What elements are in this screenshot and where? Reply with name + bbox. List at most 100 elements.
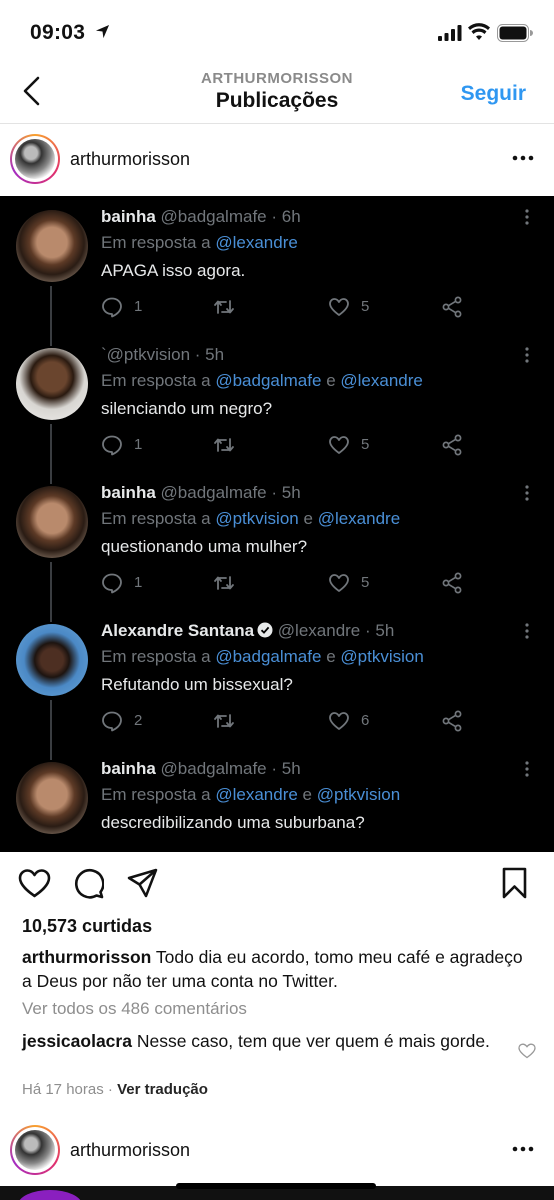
tweet-row: bainha @badgalmafe · 6h Em resposta a @le… bbox=[0, 196, 554, 334]
comment-text: Nesse caso, tem que ver quem é mais gord… bbox=[136, 1031, 490, 1051]
reply-prefix: Em resposta a bbox=[101, 509, 211, 528]
heart-icon[interactable] bbox=[18, 868, 51, 899]
caption-username[interactable]: arthurmorisson bbox=[22, 947, 151, 967]
retweet-icon bbox=[213, 572, 235, 594]
see-translation-link[interactable]: Ver tradução bbox=[117, 1081, 208, 1098]
tweet-actions: 26 bbox=[101, 710, 481, 732]
like-count: 6 bbox=[361, 712, 370, 729]
post-username[interactable]: arthurmorisson bbox=[70, 149, 190, 170]
reply-mention: @lexandre bbox=[215, 233, 298, 252]
tweet-header: Alexandre Santana @lexandre · 5h bbox=[101, 621, 394, 641]
retweet-icon bbox=[213, 710, 235, 732]
view-all-comments-link[interactable]: Ver todos os 486 comentários bbox=[22, 999, 247, 1019]
share-icon bbox=[441, 572, 463, 594]
verified-badge-icon bbox=[257, 622, 273, 638]
tweet-text: descredibilizando uma suburbana? bbox=[101, 813, 365, 832]
reply-mention: @ptkvision bbox=[340, 647, 424, 666]
like-icon bbox=[328, 296, 350, 318]
tweet-actions: 15 bbox=[101, 296, 481, 318]
like-count[interactable]: 10,573 curtidas bbox=[22, 916, 152, 937]
like-count: 5 bbox=[361, 298, 370, 315]
reply-icon bbox=[101, 296, 123, 318]
tweet-avatar bbox=[16, 624, 88, 696]
tweet-text: silenciando um negro? bbox=[101, 399, 273, 418]
tweet-handle: @badgalmafe · 5h bbox=[160, 759, 301, 778]
battery-icon bbox=[497, 24, 533, 42]
reply-mention: @lexandre bbox=[340, 371, 423, 390]
post-username[interactable]: arthurmorisson bbox=[70, 1140, 190, 1161]
wifi-icon bbox=[468, 23, 490, 40]
comment-icon[interactable] bbox=[73, 868, 104, 899]
reply-mention: @lexandre bbox=[215, 785, 298, 804]
tweet-header: bainha @badgalmafe · 6h bbox=[101, 207, 301, 227]
more-options-icon[interactable] bbox=[512, 1145, 534, 1153]
avatar[interactable] bbox=[10, 134, 60, 184]
retweet-icon bbox=[213, 296, 235, 318]
tweet-handle: @lexandre · 5h bbox=[277, 621, 395, 640]
cellular-signal-icon bbox=[438, 25, 462, 41]
location-arrow-icon bbox=[95, 24, 110, 39]
reply-count: 1 bbox=[134, 436, 143, 453]
reply-mention: @ptkvision bbox=[215, 509, 299, 528]
follow-button[interactable]: Seguir bbox=[461, 82, 526, 106]
tweet-row: bainha @badgalmafe · 5h Em resposta a @le… bbox=[0, 748, 554, 852]
like-count: 5 bbox=[361, 574, 370, 591]
status-bar: 09:03 bbox=[0, 0, 554, 62]
reply-icon bbox=[101, 434, 123, 456]
tweet-author-name: bainha bbox=[101, 483, 156, 502]
tweet-header: bainha @badgalmafe · 5h bbox=[101, 759, 301, 779]
meta-separator: · bbox=[107, 1081, 113, 1098]
tweet-header: `@ptkvision · 5h bbox=[101, 345, 224, 365]
status-time: 09:03 bbox=[30, 21, 86, 44]
tweet-more-icon bbox=[524, 760, 530, 778]
tweet-reply-context: Em resposta a @lexandre bbox=[101, 233, 298, 253]
next-post-header: arthurmorisson bbox=[0, 1115, 554, 1187]
reply-prefix: Em resposta a bbox=[101, 785, 211, 804]
reply-mention: @ptkvision bbox=[316, 785, 401, 804]
post-meta: Há 17 horas · Ver tradução bbox=[22, 1081, 208, 1098]
retweet-icon bbox=[213, 434, 235, 456]
tweet-avatar bbox=[16, 762, 88, 834]
tweet-avatar bbox=[16, 348, 88, 420]
post-image[interactable]: bainha @badgalmafe · 6h Em resposta a @le… bbox=[0, 196, 554, 852]
more-options-icon[interactable] bbox=[512, 154, 534, 162]
tweet-reply-context: Em resposta a @lexandre e @ptkvision bbox=[101, 785, 400, 805]
tweet-more-icon bbox=[524, 484, 530, 502]
tweet-handle: `@ptkvision · 5h bbox=[101, 345, 225, 364]
reply-mention: @lexandre bbox=[317, 509, 401, 528]
reply-prefix: Em resposta a bbox=[101, 371, 211, 390]
reply-mention: @badgalmafe bbox=[215, 371, 322, 390]
post-caption: arthurmorisson Todo dia eu acordo, tomo … bbox=[22, 945, 532, 993]
reply-join: e bbox=[326, 371, 336, 390]
reply-count: 1 bbox=[134, 574, 143, 591]
reply-join: e bbox=[326, 647, 336, 666]
avatar[interactable] bbox=[10, 1125, 60, 1175]
reply-prefix: Em resposta a bbox=[101, 233, 211, 252]
post-timestamp: Há 17 horas bbox=[22, 1081, 104, 1098]
share-icon bbox=[441, 710, 463, 732]
reply-prefix: Em resposta a bbox=[101, 647, 211, 666]
like-icon bbox=[328, 434, 350, 456]
tweet-header: bainha @badgalmafe · 5h bbox=[101, 483, 301, 503]
tweet-handle: @badgalmafe · 6h bbox=[160, 207, 301, 226]
tweet-author-name: bainha bbox=[101, 207, 156, 226]
tweet-row: `@ptkvision · 5h Em resposta a @badgalmaf… bbox=[0, 334, 554, 472]
like-icon bbox=[328, 710, 350, 732]
tweet-text: questionando uma mulher? bbox=[101, 537, 308, 556]
tweet-reply-context: Em resposta a @badgalmafe e @ptkvision bbox=[101, 647, 424, 667]
bookmark-icon[interactable] bbox=[501, 867, 528, 899]
reply-mention: @badgalmafe bbox=[215, 647, 322, 666]
tweet-handle: @badgalmafe · 5h bbox=[160, 483, 301, 502]
like-count: 5 bbox=[361, 436, 370, 453]
tweet-actions: 15 bbox=[101, 434, 481, 456]
post-actions bbox=[0, 852, 554, 916]
tweet-reply-context: Em resposta a @badgalmafe e @lexandre bbox=[101, 371, 423, 391]
like-icon bbox=[328, 572, 350, 594]
nav-header: ARTHURMORISSON Publicações Seguir bbox=[0, 62, 554, 124]
comment-username[interactable]: jessicaolacra bbox=[22, 1031, 132, 1051]
tweet-more-icon bbox=[524, 208, 530, 226]
home-indicator bbox=[176, 1183, 376, 1189]
tweet-text: Refutando um bissexual? bbox=[101, 675, 293, 694]
share-paper-plane-icon[interactable] bbox=[127, 868, 158, 898]
comment-heart-icon[interactable] bbox=[518, 1043, 536, 1059]
